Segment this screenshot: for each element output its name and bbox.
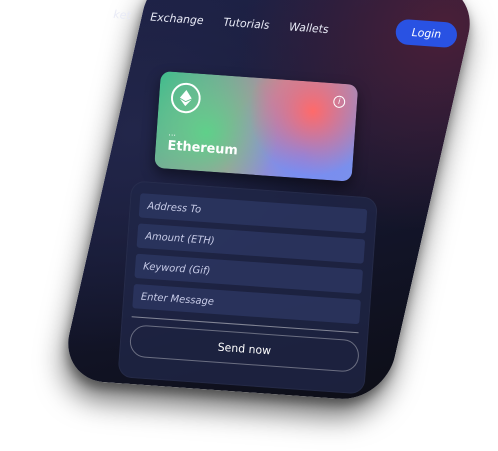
- login-button[interactable]: Login: [395, 18, 458, 49]
- top-nav: ket Exchange Tutorials Wallets: [113, 3, 444, 48]
- info-icon[interactable]: i: [332, 95, 346, 109]
- send-form: Address To Amount (ETH) Keyword (Gif) En…: [117, 180, 379, 395]
- nav-item-market[interactable]: ket: [113, 7, 131, 21]
- nav-item-tutorials[interactable]: Tutorials: [223, 15, 270, 31]
- card-title: Ethereum: [167, 138, 239, 159]
- wallet-address: ...: [168, 128, 177, 138]
- ethereum-icon: [169, 81, 202, 115]
- phone-screen: ket Exchange Tutorials Wallets Login i .…: [58, 0, 480, 404]
- ethereum-card: i ... Ethereum: [154, 70, 359, 182]
- nav-item-exchange[interactable]: Exchange: [150, 10, 204, 27]
- send-now-button[interactable]: Send now: [128, 324, 360, 373]
- ethereum-logo-svg: [179, 89, 192, 107]
- screenshot-stage: ket Exchange Tutorials Wallets Login i .…: [0, 0, 498, 451]
- app-content: ket Exchange Tutorials Wallets Login i .…: [91, 0, 458, 404]
- nav-item-wallets[interactable]: Wallets: [289, 20, 329, 36]
